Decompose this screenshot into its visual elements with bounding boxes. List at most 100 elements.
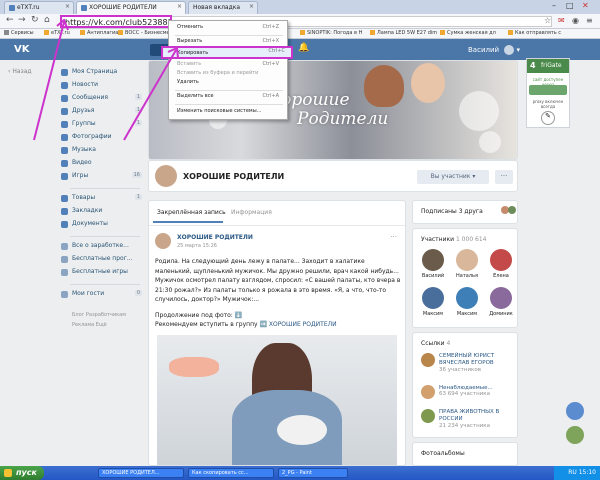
menu-item-undo[interactable]: Отменить Ctrl+Z xyxy=(177,24,285,33)
nav-bookmarks[interactable]: Закладки xyxy=(61,207,142,219)
back-arrow-icon[interactable]: ← xyxy=(6,15,14,25)
windows-logo-icon xyxy=(4,469,12,477)
frigate-settings-icon[interactable]: ✎ xyxy=(541,111,555,125)
close-icon[interactable]: × xyxy=(249,3,254,10)
subscribed-friends[interactable]: Подписаны 3 друга xyxy=(412,200,518,224)
extension-icon-2[interactable]: ◉ xyxy=(572,16,579,25)
extension-icon[interactable]: ✉ xyxy=(558,16,565,25)
start-button[interactable]: пуск xyxy=(0,466,44,480)
menu-item-paste-go[interactable]: Вставить из буфера и перейти xyxy=(177,70,285,79)
frigate-popup[interactable]: 4friGate сайт доступен через proxy включ… xyxy=(526,58,570,128)
avatar xyxy=(490,249,512,271)
arrow-line xyxy=(123,49,177,141)
bookmark-item[interactable]: Сумка женская дл xyxy=(440,30,496,36)
post-author[interactable]: ХОРОШИЕ РОДИТЕЛИ xyxy=(177,234,253,241)
tab-new[interactable]: Новая вкладка × xyxy=(188,1,258,14)
member-item[interactable]: Доминик xyxy=(485,287,517,317)
close-icon[interactable]: × xyxy=(177,3,182,10)
avatar xyxy=(422,287,444,309)
post-date[interactable]: 25 марта 15:26 xyxy=(177,243,217,249)
bookmark-item[interactable]: Как отправлять с xyxy=(508,30,561,36)
link-item[interactable]: Ненаблюдаемые... 63 694 участника xyxy=(421,385,517,399)
community-icon xyxy=(61,243,68,250)
maximize-icon[interactable]: □ xyxy=(566,1,574,10)
user-menu[interactable]: Василий ▾ xyxy=(468,45,520,55)
photo-albums-block[interactable]: Фотоальбомы xyxy=(412,442,518,466)
link-item[interactable]: ПРАВА ЖИВОТНЫХ В РОССИИ 21 234 участника xyxy=(421,409,517,429)
close-icon[interactable]: × xyxy=(65,3,70,10)
favicon-icon xyxy=(9,4,15,11)
taskbar-item-doc[interactable]: Как скопировать сс... xyxy=(188,468,274,478)
goods-icon xyxy=(61,195,68,202)
games-icon xyxy=(61,173,68,180)
count-badge: 16 xyxy=(131,172,142,178)
menu-item-paste[interactable]: Вставить Ctrl+V xyxy=(177,61,285,70)
taskbar-item-paint[interactable]: 2_PG - Paint xyxy=(278,468,348,478)
member-item[interactable]: Василий xyxy=(417,249,449,279)
nav-video[interactable]: Видео xyxy=(61,159,142,171)
system-tray[interactable]: RU 15:10 xyxy=(554,466,600,480)
tab-indicator xyxy=(153,221,223,223)
taskbar-item-browser[interactable]: ХОРОШИЕ РОДИТЕЛ... xyxy=(98,468,184,478)
bookmark-star-icon xyxy=(61,208,68,215)
divider xyxy=(175,104,283,105)
nav-community-2[interactable]: Бесплатные прог... xyxy=(61,255,142,267)
floating-avatar-icon[interactable] xyxy=(566,426,584,444)
links-title[interactable]: Ссылки 4 xyxy=(421,340,450,347)
member-item[interactable]: Максим xyxy=(417,287,449,317)
avatar xyxy=(421,353,435,367)
link-item[interactable]: СЕМЕЙНЫЙ ЮРИСТ ВЯЧЕСЛАВ ЕГОРОВ 36 участни… xyxy=(421,353,517,373)
avatar xyxy=(504,45,515,55)
menu-item-select-all[interactable]: Выделить все Ctrl+A xyxy=(177,93,285,102)
post-author-avatar[interactable] xyxy=(155,233,171,249)
divider xyxy=(70,284,140,285)
annotation-arrows xyxy=(33,18,179,141)
floating-chat-icon[interactable] xyxy=(566,402,584,420)
member-item[interactable]: Елена xyxy=(485,249,517,279)
group-link[interactable]: ХОРОШИЕ РОДИТЕЛИ xyxy=(269,321,337,328)
post-menu-icon[interactable]: ··· xyxy=(390,233,397,241)
video-icon xyxy=(61,160,68,167)
bookmark-icon xyxy=(440,30,445,35)
members-title[interactable]: Участники 1 000 614 xyxy=(421,236,487,243)
clock: 15:10 xyxy=(578,469,596,476)
cover-photo-child xyxy=(411,63,445,103)
bookmark-item[interactable]: Лампа LED 5W E27 dim xyxy=(370,30,437,36)
menu-icon[interactable]: ≡ xyxy=(586,16,593,25)
forward-arrow-icon[interactable]: → xyxy=(18,15,26,25)
post-photo[interactable] xyxy=(157,335,397,465)
frigate-toggle[interactable] xyxy=(529,85,567,95)
more-button[interactable]: ··· xyxy=(495,170,513,184)
minimize-icon[interactable]: – xyxy=(552,1,556,10)
nav-goods[interactable]: Товары 1 xyxy=(61,194,142,206)
star-icon[interactable]: ☆ xyxy=(544,16,551,25)
menu-item-delete[interactable]: Удалить xyxy=(177,79,285,88)
notifications-bell-icon[interactable]: 🔔 xyxy=(298,43,309,53)
nav-community-1[interactable]: Все о заработке... xyxy=(61,242,142,254)
footer-links-2[interactable]: Реклама Ещё xyxy=(72,322,107,328)
nav-guests[interactable]: Мои гости 0 xyxy=(61,290,142,302)
member-status-button[interactable]: Вы участник ▾ xyxy=(417,170,489,184)
menu-item-search-engines[interactable]: Изменить поисковые системы... xyxy=(177,108,285,117)
apps-icon xyxy=(4,30,9,35)
window-close-icon[interactable]: ✕ xyxy=(582,1,589,10)
footer-links[interactable]: Блог Разработчикам xyxy=(72,312,126,318)
members-block: Участники 1 000 614 Василий Наталья Елен… xyxy=(412,228,518,328)
avatar xyxy=(490,287,512,309)
group-avatar[interactable] xyxy=(155,165,177,187)
member-item[interactable]: Наталья xyxy=(451,249,483,279)
bookmark-icon xyxy=(370,30,375,35)
arrow-line xyxy=(33,21,65,141)
tab-pinned[interactable]: Закреплённая запись xyxy=(157,209,226,216)
bookmark-item[interactable]: SINOPTIK: Погода в Н xyxy=(300,30,362,36)
favicon-icon xyxy=(81,4,87,11)
nav-games[interactable]: Игры 16 xyxy=(61,172,142,184)
group-header: ХОРОШИЕ РОДИТЕЛИ Вы участник ▾ ··· xyxy=(148,160,518,192)
member-item[interactable]: Максим xyxy=(451,287,483,317)
avatar xyxy=(421,409,435,423)
avatar xyxy=(456,249,478,271)
wall-feed: Закреплённая запись Информация ХОРОШИЕ Р… xyxy=(148,200,406,466)
tab-info[interactable]: Информация xyxy=(231,209,272,216)
nav-documents[interactable]: Документы xyxy=(61,220,142,232)
nav-community-3[interactable]: Бесплатные игры xyxy=(61,268,142,280)
